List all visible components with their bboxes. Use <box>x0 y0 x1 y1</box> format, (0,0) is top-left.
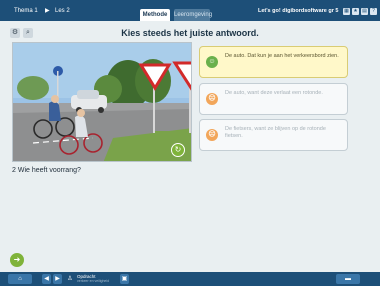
exercise-photo: ↻ <box>12 42 192 162</box>
page-title: Kies steeds het juiste antwoord. <box>121 28 259 38</box>
help-icon[interactable]: ? <box>370 8 377 15</box>
star-icon[interactable]: ★ <box>352 8 359 15</box>
next-page-arrow-icon[interactable]: ▶ <box>53 274 62 284</box>
traffic-scene-image <box>13 43 191 161</box>
refresh-icon[interactable]: ↻ <box>171 143 185 157</box>
menu-icon[interactable]: ▬ <box>336 274 360 284</box>
page-icon[interactable]: ▤ <box>361 8 368 15</box>
top-bar: Thema 1 ▶ Les 2 Methode Leeromgeving Let… <box>0 0 380 21</box>
bottom-bar: ⌂ ◀ ▶ ♙ Opdracht verkeer en veiligheid ▣… <box>0 272 380 286</box>
answer-text: De auto, want deze verlaat een rotonde. <box>225 90 323 96</box>
tab-methode[interactable]: Methode <box>140 9 170 21</box>
brand-title: Let's go! digibordsoftware gr 5 <box>258 8 339 14</box>
tab-leeromgeving[interactable]: Leeromgeving <box>174 9 212 21</box>
answer-text: De fietsers, want ze blijven op de roton… <box>225 126 326 139</box>
breadcrumb-les[interactable]: Les 2 <box>55 5 70 17</box>
happy-face-icon: ☺ <box>206 56 218 68</box>
answer-option-a[interactable]: ☺ De auto. Dat kun je aan het verkeersbo… <box>199 46 348 78</box>
page-thumbnail-icon[interactable]: ▣ <box>120 274 129 284</box>
breadcrumb-thema[interactable]: Thema 1 <box>14 5 38 17</box>
grid-icon[interactable]: ▦ <box>343 8 350 15</box>
footer-sublabel: verkeer en veiligheid <box>77 279 110 283</box>
person-icon: ♙ <box>67 276 73 282</box>
answer-option-c[interactable]: ☹ De fietsers, want ze blijven op de rot… <box>199 119 348 151</box>
breadcrumb-separator: ▶ <box>45 8 50 14</box>
question-text: 2 Wie heeft voorrang? <box>12 167 81 174</box>
prev-arrow-icon[interactable]: ◀ <box>42 274 51 284</box>
answer-text: De auto. Dat kun je aan het verkeersbord… <box>225 53 339 59</box>
next-arrow-icon[interactable]: ➜ <box>10 253 24 267</box>
sad-face-icon: ☹ <box>206 129 218 141</box>
sad-face-icon: ☹ <box>206 93 218 105</box>
home-icon[interactable]: ⌂ <box>8 274 32 284</box>
answer-option-b[interactable]: ☹ De auto, want deze verlaat een rotonde… <box>199 83 348 115</box>
